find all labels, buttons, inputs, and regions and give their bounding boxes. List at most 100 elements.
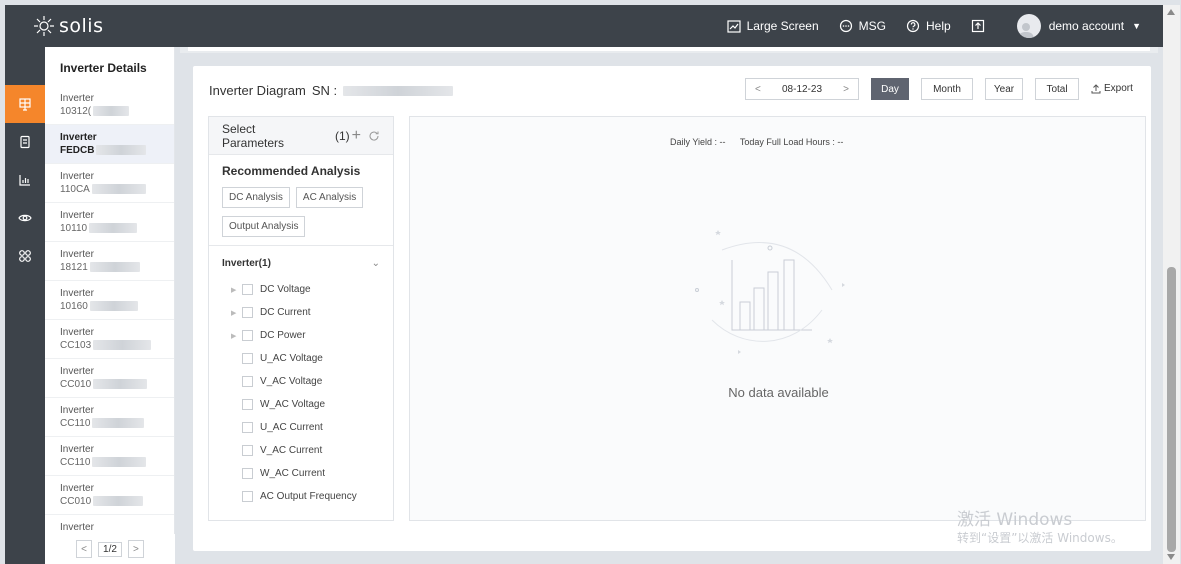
period-total[interactable]: Total [1035,78,1079,100]
parameter-item[interactable]: ▶ DC Power [209,324,393,347]
ac-analysis-button[interactable]: AC Analysis [295,187,364,208]
parameter-item[interactable]: AC Output Frequency [209,485,393,508]
inverter-list-item[interactable]: Inverter CC110 [45,437,174,476]
refresh-icon[interactable] [368,130,380,142]
date-value[interactable]: 08-12-23 [782,84,822,95]
upload-box-icon [971,19,984,33]
inverter-item-label: Inverter [60,249,94,260]
inverter-sn-redacted [92,418,145,429]
rail-item-apps[interactable] [5,237,45,275]
scroll-up-arrow-icon[interactable] [1167,9,1175,15]
inverter-list-item[interactable]: Inverter 110CA [45,164,174,203]
inverter-sn-redacted [93,340,152,351]
date-picker[interactable]: < 08-12-23 > [745,78,859,100]
page-indicator[interactable]: 1/2 [98,541,122,557]
parameter-item[interactable]: V_AC Voltage [209,370,393,393]
inverter-list-item[interactable]: Inverter 18121 [45,242,174,281]
inverter-list-item[interactable]: Inverter CC010 [45,359,174,398]
expand-arrow-icon[interactable]: ▶ [231,332,242,340]
parameter-checkbox[interactable] [242,284,253,295]
dc-analysis-button[interactable]: DC Analysis [222,187,290,208]
add-icon[interactable]: + [352,127,361,145]
inverter-sn-redacted [93,496,144,507]
inverter-list-item[interactable]: Inverter CC103 [45,320,174,359]
windows-watermark-title: 激活 Windows [957,510,1073,530]
rail-item-report[interactable] [5,161,45,199]
scroll-down-arrow-icon[interactable] [1167,554,1175,560]
parameter-checkbox[interactable] [242,468,253,479]
inverter-list-item[interactable]: Inverter 10110 [45,203,174,242]
account-menu[interactable]: demo account ▼ [1016,14,1141,38]
daily-yield: Daily Yield : -- [670,137,726,147]
parameter-checkbox[interactable] [242,399,253,410]
solis-logo[interactable]: solis [33,15,103,37]
chart-summary: Daily Yield : -- Today Full Load Hours :… [670,137,855,147]
expand-arrow-icon[interactable]: ▶ [231,286,242,294]
device-icon [20,135,30,149]
no-data-message: No data available [728,385,829,400]
parameter-checkbox[interactable] [242,422,253,433]
parameter-checkbox[interactable] [242,353,253,364]
parameter-item[interactable]: ▶ DC Voltage [209,278,393,301]
inverter-group-header[interactable]: Inverter(1) ⌄ [209,248,393,278]
inverter-sn-prefix: 18121 [60,262,88,273]
inverter-item-sn: 18121 [60,261,174,274]
inverter-item-sn: 10312( [60,105,174,118]
scrollbar-thumb[interactable] [1167,267,1176,552]
inverter-sn-redacted [92,457,147,468]
parameter-label: AC Output Frequency [260,491,357,502]
parameter-item[interactable]: W_AC Voltage [209,393,393,416]
help-icon [906,19,920,33]
parameter-checkbox[interactable] [242,491,253,502]
inverter-item-sn: 10110 [60,222,174,235]
parameter-item[interactable]: U_AC Current [209,416,393,439]
inverter-sn-prefix: CC110 [60,457,91,468]
recommended-title: Recommended Analysis [222,164,361,178]
inverter-sn-prefix: FEDCB [60,145,95,156]
inverter-list-item[interactable]: Inverter 10312( [45,86,174,125]
period-month[interactable]: Month [921,78,973,100]
parameter-item[interactable]: V_AC Current [209,439,393,462]
parameter-checkbox[interactable] [242,445,253,456]
inverter-list: Inverter Details Inverter 10312(Inverter F… [45,47,175,564]
inverter-item-label: Inverter [60,522,94,533]
period-year[interactable]: Year [985,78,1023,100]
eye-icon [18,214,32,222]
output-analysis-button[interactable]: Output Analysis [222,216,306,237]
message-icon [839,19,852,33]
rail-item-device[interactable] [5,123,45,161]
parameter-item[interactable]: U_AC Voltage [209,347,393,370]
apps-icon [19,250,31,262]
page-scrollbar[interactable] [1163,5,1180,564]
expand-arrow-icon[interactable]: ▶ [231,309,242,317]
rail-item-plant[interactable] [5,85,45,123]
next-date-button[interactable]: > [843,84,849,95]
parameter-checkbox[interactable] [242,376,253,387]
large-screen-button[interactable]: Large Screen [727,19,819,33]
upload-button[interactable] [971,19,991,33]
rail-item-monitor[interactable] [5,199,45,237]
parameter-item[interactable]: W_AC Current [209,462,393,485]
export-button[interactable]: Export [1091,83,1133,94]
inverter-list-item[interactable]: Inverter 10160 [45,281,174,320]
parameter-checkbox[interactable] [242,307,253,318]
parameter-label: U_AC Current [260,422,323,433]
help-button[interactable]: Help [906,19,951,33]
inverter-sn-redacted [93,106,130,117]
parameter-item[interactable]: ▶ DC Current [209,301,393,324]
prev-date-button[interactable]: < [755,84,761,95]
period-day[interactable]: Day [871,78,909,100]
msg-label: MSG [858,19,886,33]
inverter-list-item[interactable]: Inverter CC010 [45,476,174,515]
parameter-label: V_AC Voltage [260,376,323,387]
inverter-item-sn: CC110 [60,417,174,430]
next-page-button[interactable]: > [127,540,144,558]
parameter-checkbox[interactable] [242,330,253,341]
inverter-sn-prefix: CC010 [60,379,92,390]
inverter-list-item[interactable]: Inverter FEDCB [45,125,174,164]
msg-button[interactable]: MSG [839,19,886,33]
caret-down-icon: ▼ [1132,21,1141,31]
prev-page-button[interactable]: < [76,540,93,558]
inverter-list-item[interactable]: Inverter CC110 [45,398,174,437]
top-strip [180,47,1158,53]
